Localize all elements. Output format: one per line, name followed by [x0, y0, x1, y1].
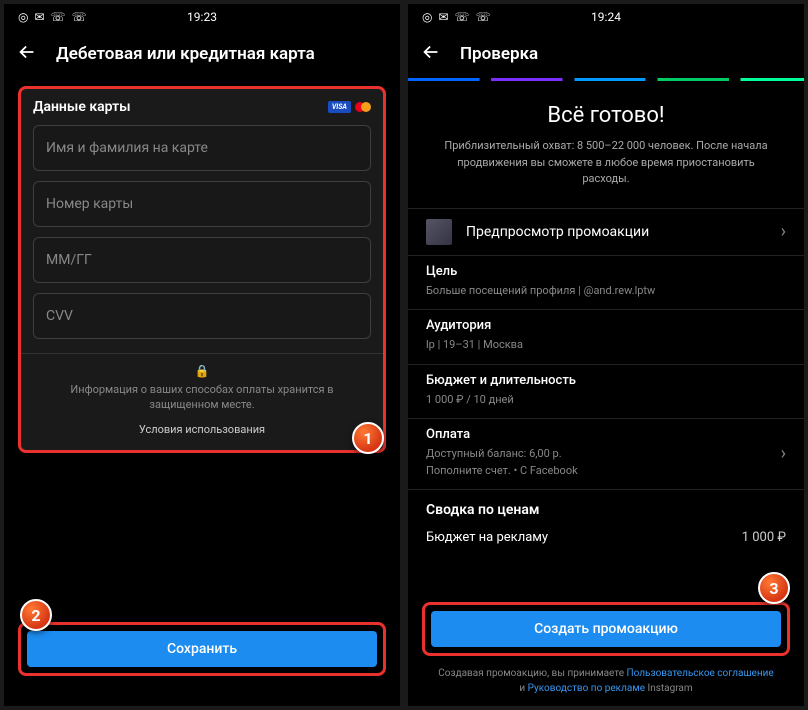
summary-row-label: Бюджет на рекламу [426, 530, 548, 545]
card-section-title: Данные карты [33, 99, 131, 115]
preview-label: Предпросмотр промоакции [466, 224, 781, 240]
ad-guide-link[interactable]: Руководство по рекламе [528, 683, 645, 694]
viber-icon: ☏ [72, 10, 87, 24]
status-icons: ◎ ✉ ☏ ☏ [18, 10, 87, 24]
budget-block: Бюджет и длительность 1 000 ₽ / 10 дней [408, 364, 804, 419]
statusbar: ◎ ✉ ☏ ☏ 19:24 [408, 4, 804, 30]
preview-thumbnail [426, 219, 452, 245]
chevron-right-icon: › [781, 221, 786, 242]
instagram-icon: ◎ [422, 10, 432, 24]
payment-sub2: Пополните счет. • С Facebook [426, 463, 781, 480]
card-brand-icons: VISA [328, 101, 371, 113]
viber-icon: ☏ [476, 10, 491, 24]
viber-icon: ☏ [455, 10, 470, 24]
summary-row-value: 1 000 ₽ [742, 530, 786, 545]
audience-block: Аудитория lp | 19–31 | Москва [408, 309, 804, 364]
back-arrow-icon[interactable] [16, 41, 38, 67]
viber-icon: ☏ [51, 10, 66, 24]
price-summary-heading: Сводка по ценам [408, 489, 804, 524]
audience-sub: lp | 19–31 | Москва [426, 337, 786, 354]
chevron-right-icon: › [781, 443, 786, 464]
message-icon: ✉ [34, 10, 44, 24]
card-details-panel: Данные карты VISA Имя и фамилия на карте… [18, 86, 386, 453]
back-arrow-icon[interactable] [420, 41, 442, 67]
card-cvv-input[interactable]: CVV [33, 293, 371, 339]
save-button[interactable]: Сохранить [27, 631, 377, 667]
topbar: Дебетовая или кредитная карта [4, 30, 400, 78]
user-agreement-link[interactable]: Пользовательское соглашение [627, 668, 774, 679]
lock-icon: 🔒 [195, 364, 210, 378]
goal-sub: Больше посещений профиля | @and.rew.lptw [426, 283, 786, 300]
mastercard-icon [355, 101, 371, 113]
ready-subtext: Приблизительный охват: 8 500–22 000 чело… [438, 138, 774, 188]
callout-marker-2: 2 [20, 599, 52, 631]
budget-title: Бюджет и длительность [426, 373, 786, 388]
goal-block: Цель Больше посещений профиля | @and.rew… [408, 255, 804, 310]
page-title: Проверка [460, 44, 538, 64]
audience-title: Аудитория [426, 318, 786, 333]
statusbar: ◎ ✉ ☏ ☏ 19:23 [4, 4, 400, 30]
goal-title: Цель [426, 264, 786, 279]
phone-right-review: ◎ ✉ ☏ ☏ 19:24 Проверка Всё готово! Прибл… [408, 4, 804, 706]
clock: 19:23 [187, 10, 217, 24]
page-title: Дебетовая или кредитная карта [56, 44, 315, 64]
cardholder-name-input[interactable]: Имя и фамилия на карте [33, 125, 371, 171]
secure-storage-text: Информация о ваших способах оплаты храни… [63, 382, 341, 413]
instagram-icon: ◎ [18, 10, 28, 24]
payment-block[interactable]: Оплата Доступный баланс: 6,00 р. Пополни… [408, 418, 804, 489]
legal-footer: Создавая промоакцию, вы принимаете Польз… [408, 666, 804, 696]
preview-row[interactable]: Предпросмотр промоакции › [408, 208, 804, 255]
create-button-highlight: Создать промоакцию [422, 602, 790, 656]
price-summary-row: Бюджет на рекламу 1 000 ₽ [408, 524, 804, 555]
phone-left-card-entry: ◎ ✉ ☏ ☏ 19:23 Дебетовая или кредитная ка… [4, 4, 400, 706]
message-icon: ✉ [438, 10, 448, 24]
callout-marker-3: 3 [758, 572, 790, 604]
payment-sub1: Доступный баланс: 6,00 р. [426, 446, 781, 463]
card-number-input[interactable]: Номер карты [33, 181, 371, 227]
clock: 19:24 [591, 10, 621, 24]
budget-sub: 1 000 ₽ / 10 дней [426, 392, 786, 409]
ready-heading: Всё готово! [438, 103, 774, 128]
topbar: Проверка [408, 30, 804, 78]
card-expiry-input[interactable]: ММ/ГГ [33, 237, 371, 283]
save-button-highlight: Сохранить [18, 622, 386, 676]
payment-title: Оплата [426, 427, 781, 442]
create-promo-button[interactable]: Создать промоакцию [431, 611, 781, 647]
visa-icon: VISA [328, 101, 351, 113]
terms-link[interactable]: Условия использования [139, 423, 265, 436]
callout-marker-1: 1 [352, 422, 384, 454]
status-icons: ◎ ✉ ☏ ☏ [422, 10, 491, 24]
